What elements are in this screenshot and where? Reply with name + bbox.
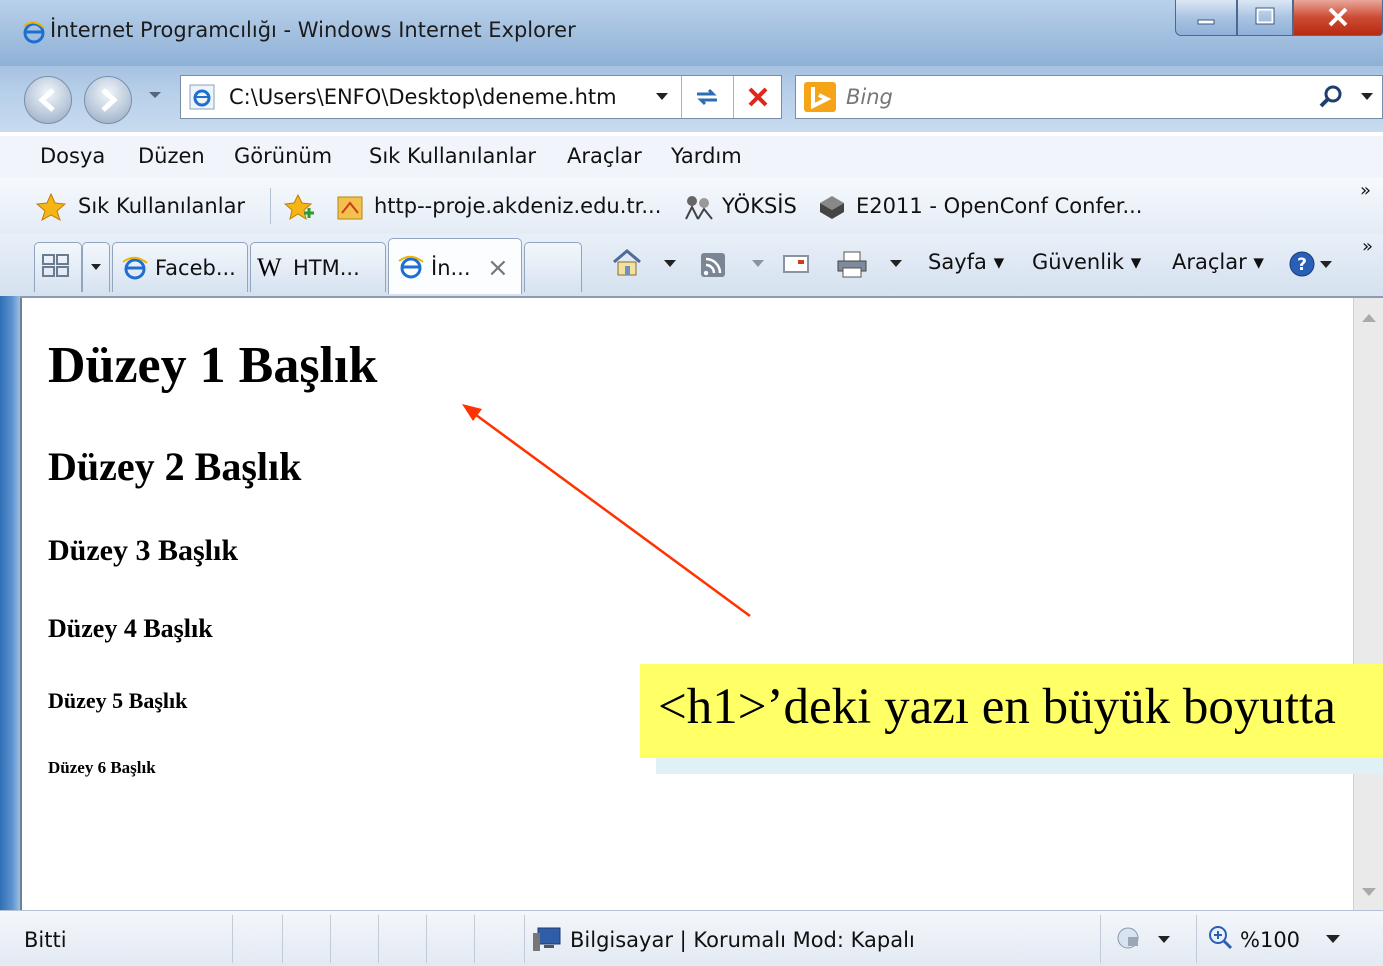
tab-list-button[interactable]: [82, 242, 110, 292]
print-icon[interactable]: [836, 250, 868, 278]
svg-text:?: ?: [1297, 255, 1307, 275]
mail-icon[interactable]: [782, 252, 810, 276]
ie-page-icon: [397, 253, 425, 281]
ie-window: İnternet Programcılığı - Windows Interne…: [0, 0, 1383, 966]
menu-bar: Dosya Düzen Görünüm Sık Kullanılanlar Ar…: [0, 136, 1383, 179]
commandbar-more-chevron[interactable]: »: [1362, 236, 1373, 257]
menu-help[interactable]: Yardım: [671, 144, 742, 168]
callout-text: <h1>’deki yazı en büyük boyutta: [658, 679, 1336, 735]
tab-internet-programciligi[interactable]: İn... ×: [388, 238, 522, 294]
menu-gorunum[interactable]: Görünüm: [234, 144, 332, 168]
feeds-icon[interactable]: [700, 252, 726, 278]
favorite-link-e2011[interactable]: E2011 - OpenConf Confer...: [856, 194, 1142, 218]
tab-label: HTM...: [293, 256, 360, 280]
home-dropdown-icon[interactable]: [664, 260, 676, 268]
vertical-scrollbar[interactable]: [1353, 298, 1383, 910]
back-button[interactable]: [24, 76, 72, 124]
zoom-dropdown-icon[interactable]: [1326, 935, 1340, 943]
heading-level-3: Düzey 3 Başlık: [48, 534, 239, 567]
quick-tabs-button[interactable]: [34, 242, 82, 292]
help-icon[interactable]: ?: [1288, 250, 1338, 278]
recent-pages-chevron-icon[interactable]: [148, 90, 162, 100]
favorite-link-proje[interactable]: http--proje.akdeniz.edu.tr...: [374, 194, 661, 218]
tab-label: İn...: [431, 256, 471, 280]
safety-menu-button[interactable]: Güvenlik ▾: [1032, 250, 1141, 274]
scroll-down-arrow-icon[interactable]: [1362, 888, 1376, 896]
favorites-button[interactable]: Sık Kullanılanlar: [78, 194, 245, 218]
menu-favorites[interactable]: Sık Kullanılanlar: [369, 144, 536, 168]
scroll-up-arrow-icon[interactable]: [1362, 314, 1376, 322]
ie-logo-icon: [22, 20, 46, 44]
heading-level-5: Düzey 5 Başlık: [48, 688, 188, 713]
zoom-level[interactable]: %100: [1240, 928, 1300, 952]
zoom-icon[interactable]: [1208, 925, 1234, 951]
favorites-bar: Sık Kullanılanlar http--proje.akdeniz.ed…: [0, 178, 1383, 235]
favorites-more-chevron[interactable]: »: [1360, 180, 1371, 201]
search-options-icon[interactable]: [1360, 92, 1374, 102]
menu-tools[interactable]: Araçlar: [567, 144, 642, 168]
page-content: Düzey 1 Başlık Düzey 2 Başlık Düzey 3 Ba…: [20, 298, 1355, 910]
page-ie-icon: [189, 84, 215, 110]
address-dropdown-icon[interactable]: [655, 92, 669, 102]
openconf-icon: [818, 194, 846, 220]
close-window-button[interactable]: [1293, 0, 1383, 36]
heading-level-1: Düzey 1 Başlık: [48, 337, 378, 394]
heading-level-6: Düzey 6 Başlık: [48, 758, 156, 777]
add-favorite-icon[interactable]: [284, 193, 316, 221]
web-slice-icon: [336, 193, 364, 221]
favorite-link-yoksis[interactable]: YÖKSİS: [722, 194, 797, 218]
protected-mode-icon[interactable]: [1114, 925, 1174, 953]
title-bar: İnternet Programcılığı - Windows Interne…: [0, 0, 1383, 66]
status-bar: Bitti Bilgisayar | Korumalı Mod: Kapalı …: [0, 910, 1383, 966]
computer-zone-icon: [532, 925, 562, 953]
heading-level-4: Düzey 4 Başlık: [48, 614, 213, 643]
search-input[interactable]: Bing: [846, 85, 893, 109]
tab-html[interactable]: W HTM...: [250, 242, 386, 292]
address-bar[interactable]: C:\Users\ENFO\Desktop\deneme.htm: [180, 75, 782, 119]
window-title: İnternet Programcılığı - Windows Interne…: [50, 18, 576, 42]
window-frame-left: [0, 296, 20, 910]
callout-box: <h1>’deki yazı en büyük boyutta: [640, 664, 1383, 758]
ie-page-icon: [121, 254, 149, 282]
heading-level-2: Düzey 2 Başlık: [48, 444, 302, 489]
forward-button[interactable]: [84, 76, 132, 124]
tab-close-icon[interactable]: ×: [487, 253, 509, 283]
stop-icon[interactable]: [743, 82, 773, 112]
tab-label: Faceb...: [155, 256, 236, 280]
refresh-icon[interactable]: [691, 82, 723, 112]
new-tab-button[interactable]: [524, 242, 582, 292]
minimize-button[interactable]: [1175, 0, 1237, 36]
maximize-button[interactable]: [1237, 0, 1293, 36]
tools-menu-button[interactable]: Araçlar ▾: [1172, 250, 1264, 274]
wikipedia-icon: W: [257, 253, 282, 282]
search-icon[interactable]: [1318, 84, 1344, 110]
tab-facebook[interactable]: Faceb...: [112, 242, 248, 292]
menu-duzen[interactable]: Düzen: [138, 144, 205, 168]
tab-bar: Faceb... W HTM... İn... × Sayfa ▾ Güvenl…: [0, 234, 1383, 298]
search-box[interactable]: Bing: [795, 75, 1383, 119]
yoksis-icon: [682, 191, 716, 221]
menu-dosya[interactable]: Dosya: [40, 144, 105, 168]
bing-logo-icon: [804, 82, 836, 112]
print-dropdown-icon[interactable]: [890, 260, 902, 268]
page-menu-button[interactable]: Sayfa ▾: [928, 250, 1004, 274]
security-zone-text[interactable]: Bilgisayar | Korumalı Mod: Kapalı: [570, 928, 915, 952]
home-icon[interactable]: [610, 248, 644, 278]
favorites-star-icon[interactable]: [36, 193, 66, 221]
feeds-dropdown-icon[interactable]: [752, 260, 764, 268]
status-text: Bitti: [24, 928, 67, 952]
address-input[interactable]: C:\Users\ENFO\Desktop\deneme.htm: [229, 85, 617, 109]
